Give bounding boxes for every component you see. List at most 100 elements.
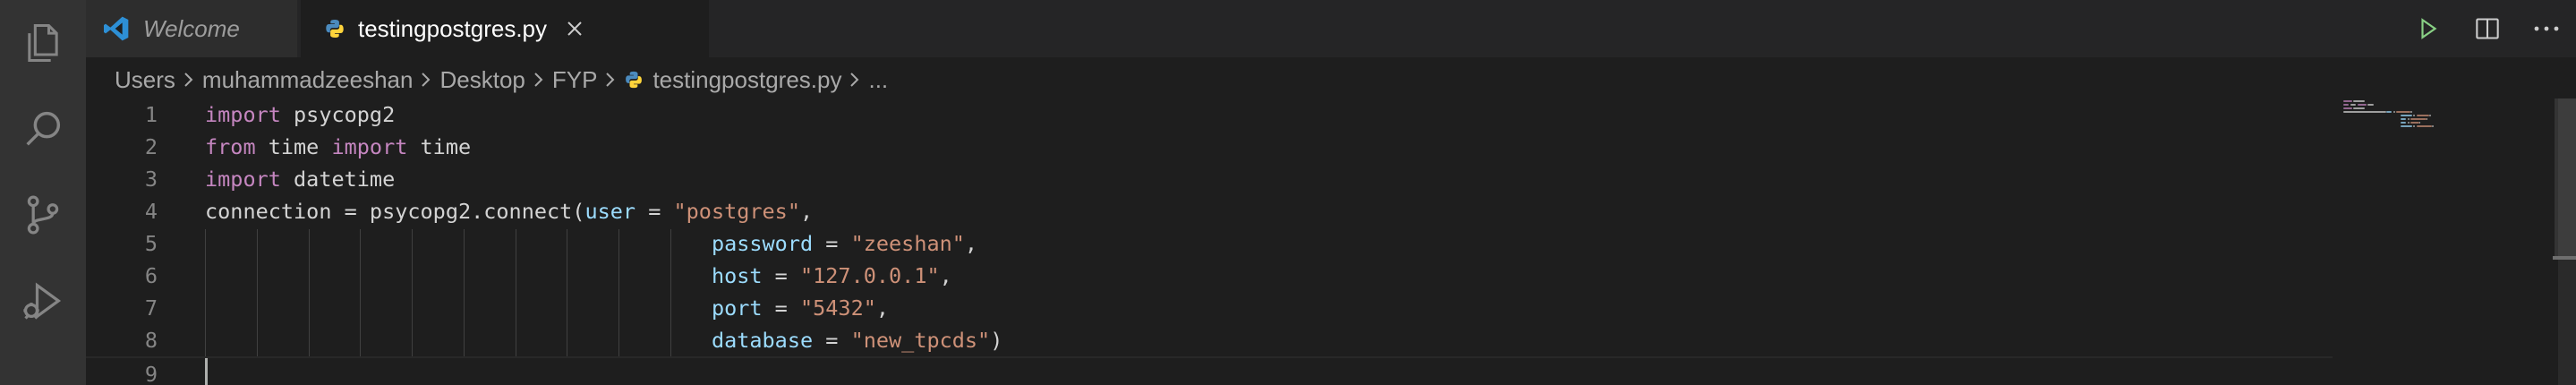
minimap-line xyxy=(2393,111,2395,113)
code-text: import psycopg2 xyxy=(205,98,395,131)
close-icon[interactable] xyxy=(563,17,586,40)
code-token: "zeeshan" xyxy=(850,231,965,256)
line-number: 8 xyxy=(144,328,158,353)
code-text: port = "5432", xyxy=(205,292,889,324)
source-control-icon[interactable] xyxy=(0,172,86,258)
code-line[interactable]: 2 from time import time xyxy=(86,131,2333,163)
run-icon[interactable] xyxy=(2399,0,2458,57)
minimap-line xyxy=(2410,111,2412,113)
tab-testingpostgres[interactable]: testingpostgres.py xyxy=(301,0,709,57)
code-line[interactable]: 8 database = "new_tpcds") xyxy=(86,324,2333,356)
python-file-icon xyxy=(624,70,644,90)
chevron-right-icon xyxy=(601,71,620,89)
minimap-line xyxy=(2343,104,2350,106)
minimap-line xyxy=(2416,115,2429,116)
minimap-line xyxy=(2343,111,2386,113)
code-token: port xyxy=(711,295,763,321)
minimap-line xyxy=(2353,100,2365,102)
code-text: import datetime xyxy=(205,163,395,195)
code-token: host xyxy=(711,263,763,288)
code-line[interactable]: 6 host = "127.0.0.1", xyxy=(86,260,2333,292)
code-token: "new_tpcds" xyxy=(850,328,991,353)
code-token: user xyxy=(584,199,636,224)
minimap-line xyxy=(2416,125,2433,127)
code-line[interactable]: 4 connection = psycopg2.connect(user = "p… xyxy=(86,195,2333,227)
line-number: 6 xyxy=(144,263,158,288)
more-actions-icon[interactable] xyxy=(2517,0,2576,57)
code-token: = xyxy=(813,231,851,256)
code-line[interactable]: 3 import datetime xyxy=(86,163,2333,195)
minimap-line xyxy=(2408,118,2410,120)
minimap-line xyxy=(2386,111,2393,113)
code-line[interactable]: 5 password = "zeeshan", xyxy=(86,227,2333,260)
code-token: import xyxy=(331,134,408,159)
search-icon[interactable] xyxy=(0,86,86,172)
minimap-line xyxy=(2418,122,2421,124)
code-text: connection = psycopg2.connect(user = "po… xyxy=(205,195,813,227)
code-token: "postgres" xyxy=(673,199,800,224)
breadcrumb-item[interactable]: Desktop xyxy=(439,66,525,94)
breadcrumb-item[interactable]: muhammadzeeshan xyxy=(202,66,414,94)
split-editor-icon[interactable] xyxy=(2458,0,2517,57)
code-token: = xyxy=(813,328,851,353)
code-token: , xyxy=(799,199,814,224)
minimap-line xyxy=(2350,104,2357,106)
code-token: , xyxy=(875,295,890,321)
line-number: 1 xyxy=(144,102,158,127)
run-debug-icon[interactable] xyxy=(0,258,86,344)
explorer-icon[interactable] xyxy=(0,0,86,86)
tab-bar: Welcome testingpostgres.py xyxy=(86,0,2576,57)
breadcrumb-item[interactable]: Users xyxy=(115,66,175,94)
code-token: psycopg2 xyxy=(280,102,396,127)
code-token: = xyxy=(635,199,674,224)
code-token: time xyxy=(255,134,332,159)
tab-label: Welcome xyxy=(143,14,240,42)
breadcrumb-item[interactable]: FYP xyxy=(552,66,598,94)
chevron-right-icon xyxy=(529,71,549,89)
code-token: "127.0.0.1" xyxy=(799,263,940,288)
editor-actions xyxy=(2399,0,2576,57)
minimap-line xyxy=(2432,125,2434,127)
scrollbar-thumb[interactable] xyxy=(2555,98,2576,260)
code-line[interactable]: 7 port = "5432", xyxy=(86,292,2333,324)
code-token: time xyxy=(407,134,472,159)
code-text: password = "zeeshan", xyxy=(205,227,977,260)
minimap-line xyxy=(2413,115,2415,116)
line-number: 3 xyxy=(144,167,158,192)
minimap[interactable] xyxy=(2343,98,2558,385)
code-token: database xyxy=(711,328,814,353)
minimap-line xyxy=(2396,111,2411,113)
code-token: = xyxy=(762,295,800,321)
code-token: "5432" xyxy=(799,295,876,321)
code-line[interactable]: 1 import psycopg2 xyxy=(86,98,2333,131)
line-number: 7 xyxy=(144,295,158,321)
code-token: ) xyxy=(990,328,1003,353)
minimap-line xyxy=(2401,125,2412,127)
code-token: connection = psycopg2.connect( xyxy=(205,199,585,224)
code-token: import xyxy=(205,167,281,192)
minimap-line xyxy=(2343,107,2352,109)
minimap-line xyxy=(2401,115,2412,116)
tab-welcome[interactable]: Welcome xyxy=(86,0,297,57)
breadcrumb: Users muhammadzeeshan Desktop FYP testin… xyxy=(115,57,888,102)
minimap-line xyxy=(2426,118,2428,120)
code-line[interactable]: 9 xyxy=(86,356,2333,385)
code-token: datetime xyxy=(280,167,396,192)
minimap-line xyxy=(2358,104,2367,106)
line-number: 5 xyxy=(144,231,158,256)
breadcrumb-item[interactable]: ... xyxy=(868,66,888,94)
minimap-line xyxy=(2410,118,2427,120)
line-number: 4 xyxy=(144,199,158,224)
chevron-right-icon xyxy=(845,71,865,89)
code-text: database = "new_tpcds") xyxy=(205,324,1002,356)
code-editor[interactable]: 1 import psycopg2 2 from time import time 3 i… xyxy=(86,98,2576,385)
code-token: , xyxy=(964,231,978,256)
line-number: 9 xyxy=(144,362,158,385)
breadcrumb-item[interactable]: testingpostgres.py xyxy=(653,66,841,94)
code-token: = xyxy=(762,263,800,288)
code-token: , xyxy=(939,263,952,288)
